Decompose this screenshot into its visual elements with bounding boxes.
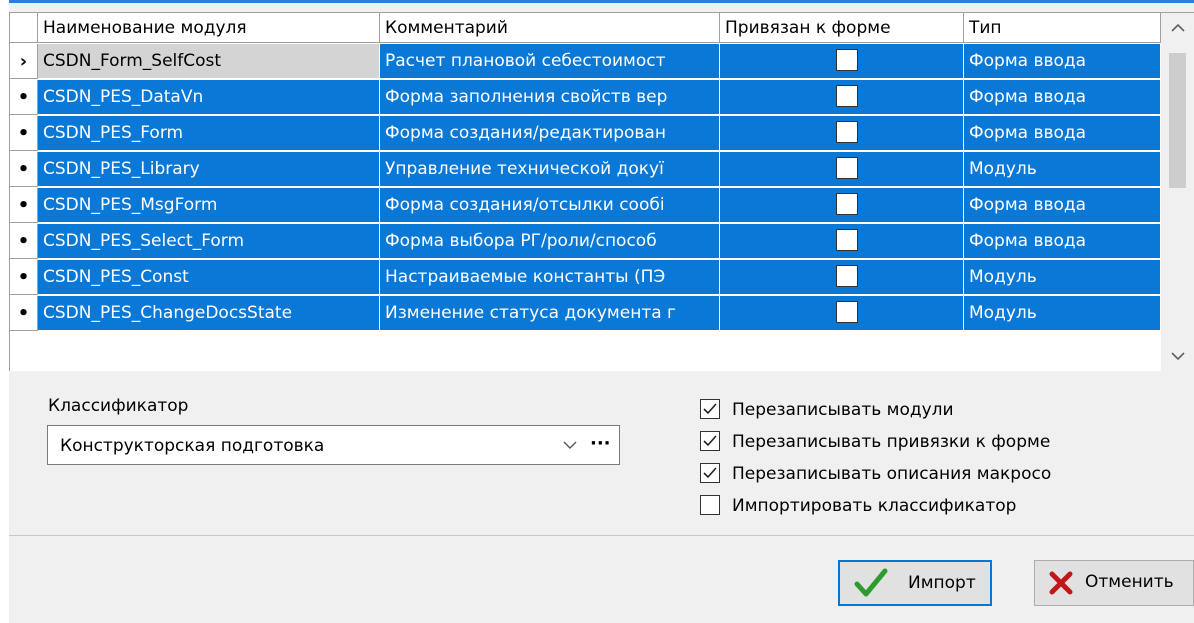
checkmark-icon (854, 568, 888, 605)
bound-to-form-checkbox[interactable] (836, 229, 858, 251)
classifier-combobox[interactable]: Конструкторская подготовка ··· (47, 425, 620, 465)
import-button-label: Импорт (908, 573, 976, 593)
cell-comment[interactable]: Настраиваемые константы (ПЭ (380, 260, 720, 295)
table-row[interactable]: • CSDN_PES_ChangeDocsState Изменение стату… (10, 296, 1161, 332)
cell-type[interactable]: Форма ввода (964, 80, 1161, 115)
cancel-button[interactable]: Отменить (1034, 560, 1194, 606)
checkbox-checked-icon[interactable] (700, 463, 720, 483)
cell-name[interactable]: CSDN_Form_SelfCost (38, 44, 380, 79)
column-header-type[interactable]: Тип (964, 13, 1161, 43)
row-indicator: • (10, 116, 38, 151)
table-row[interactable]: • CSDN_PES_Const Настраиваемые константы (… (10, 260, 1161, 296)
row-indicator: • (10, 152, 38, 187)
row-indicator: • (10, 188, 38, 223)
cell-comment[interactable]: Форма заполнения свойств вер (380, 80, 720, 115)
row-indicator: • (10, 260, 38, 295)
cell-comment[interactable]: Изменение статуса документа г (380, 296, 720, 331)
cell-name[interactable]: CSDN_PES_MsgForm (38, 188, 380, 223)
checkbox-unchecked-icon[interactable] (700, 495, 720, 515)
table-row[interactable]: • CSDN_PES_Library Управление технической … (10, 152, 1161, 188)
cell-type[interactable]: Форма ввода (964, 224, 1161, 259)
window-top-border (0, 0, 1194, 3)
bound-to-form-checkbox[interactable] (836, 49, 858, 71)
cell-name[interactable]: CSDN_PES_ChangeDocsState (38, 296, 380, 331)
cell-type[interactable]: Форма ввода (964, 116, 1161, 151)
column-header-comment[interactable]: Комментарий (380, 13, 720, 43)
classifier-value: Конструкторская подготовка (60, 436, 325, 456)
table-row[interactable]: • CSDN_PES_Select_Form Форма выбора РГ/рол… (10, 224, 1161, 260)
table-row[interactable]: › CSDN_Form_SelfCost Расчет плановой себес… (10, 44, 1161, 80)
scroll-down-icon[interactable] (1161, 341, 1194, 371)
column-header-name[interactable]: Наименование модуля (38, 13, 380, 43)
window-left-edge (0, 0, 9, 623)
bound-to-form-checkbox[interactable] (836, 157, 858, 179)
option-label: Перезаписывать привязки к форме (732, 432, 1051, 452)
column-header-bound[interactable]: Привязан к форме (720, 13, 964, 43)
cell-name[interactable]: CSDN_PES_Form (38, 116, 380, 151)
bound-to-form-checkbox[interactable] (836, 85, 858, 107)
bound-to-form-cell (720, 188, 964, 223)
row-indicator: › (10, 44, 38, 79)
import-button[interactable]: Импорт (838, 560, 992, 606)
cancel-x-icon (1047, 567, 1075, 604)
checkbox-checked-icon[interactable] (700, 431, 720, 451)
bound-to-form-cell (720, 224, 964, 259)
cell-comment[interactable]: Форма создания/отсылки сообі (380, 188, 720, 223)
cell-comment[interactable]: Форма выбора РГ/роли/способ (380, 224, 720, 259)
scroll-up-icon[interactable] (1161, 13, 1194, 43)
cell-type[interactable]: Форма ввода (964, 188, 1161, 223)
table-row[interactable]: • CSDN_PES_DataVn Форма заполнения свойств… (10, 80, 1161, 116)
bound-to-form-cell (720, 80, 964, 115)
bound-to-form-cell (720, 44, 964, 79)
table-row[interactable]: • CSDN_PES_Form Форма создания/редактирова… (10, 116, 1161, 152)
row-indicator: • (10, 296, 38, 331)
cell-name[interactable]: CSDN_PES_DataVn (38, 80, 380, 115)
cell-comment[interactable]: Расчет плановой себестоимост (380, 44, 720, 79)
option-label: Импортировать классификатор (732, 496, 1017, 516)
cell-type[interactable]: Форма ввода (964, 44, 1161, 79)
bound-to-form-cell (720, 296, 964, 331)
bound-to-form-checkbox[interactable] (836, 121, 858, 143)
classifier-label: Классификатор (48, 396, 189, 416)
cell-name[interactable]: CSDN_PES_Select_Form (38, 224, 380, 259)
modules-grid[interactable]: Наименование модуля Комментарий Привязан… (9, 12, 1194, 371)
cell-name[interactable]: CSDN_PES_Const (38, 260, 380, 295)
checkbox-checked-icon[interactable] (700, 399, 720, 419)
bound-to-form-checkbox[interactable] (836, 193, 858, 215)
option-label: Перезаписывать описания макросо (732, 464, 1052, 484)
cell-type[interactable]: Модуль (964, 296, 1161, 331)
bound-to-form-cell (720, 152, 964, 187)
cell-comment[interactable]: Форма создания/редактирован (380, 116, 720, 151)
bound-to-form-cell (720, 116, 964, 151)
vertical-scrollbar[interactable] (1161, 13, 1194, 371)
cell-type[interactable]: Модуль (964, 152, 1161, 187)
table-row[interactable]: • CSDN_PES_MsgForm Форма создания/отсылки … (10, 188, 1161, 224)
scroll-thumb[interactable] (1169, 53, 1186, 188)
row-indicator: • (10, 80, 38, 115)
separator (9, 535, 1194, 536)
cancel-button-label: Отменить (1085, 572, 1174, 592)
row-indicator: • (10, 224, 38, 259)
cell-comment[interactable]: Управление технической докуї (380, 152, 720, 187)
chevron-down-icon[interactable] (563, 426, 577, 466)
bound-to-form-checkbox[interactable] (836, 301, 858, 323)
option-label: Перезаписывать модули (732, 400, 954, 420)
cell-name[interactable]: CSDN_PES_Library (38, 152, 380, 187)
more-options-icon[interactable]: ··· (590, 426, 611, 462)
indicator-header (10, 13, 38, 43)
bound-to-form-checkbox[interactable] (836, 265, 858, 287)
cell-type[interactable]: Модуль (964, 260, 1161, 295)
bound-to-form-cell (720, 260, 964, 295)
